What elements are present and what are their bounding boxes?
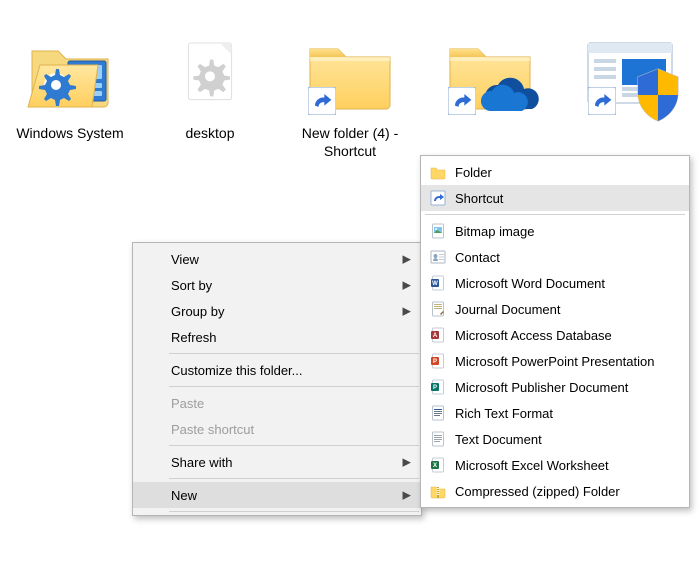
desktop-item-label: desktop: [185, 125, 234, 143]
submenu-arrow-icon: ▶: [403, 305, 411, 318]
ctx-separator: [425, 214, 685, 215]
ctx-view[interactable]: View ▶: [133, 246, 421, 272]
new-item-label: Bitmap image: [455, 224, 534, 239]
journal-icon: [429, 300, 447, 318]
new-rich-text-format[interactable]: Rich Text Format: [421, 400, 689, 426]
new-item-label: Folder: [455, 165, 492, 180]
desktop-item-label: Windows System: [16, 125, 123, 143]
desktop-item-onedrive[interactable]: [420, 25, 560, 160]
ctx-item-label: Customize this folder...: [171, 363, 303, 378]
new-item-label: Microsoft PowerPoint Presentation: [455, 354, 654, 369]
ctx-new[interactable]: New ▶: [133, 482, 421, 508]
new-item-label: Journal Document: [455, 302, 561, 317]
ctx-paste-shortcut: Paste shortcut: [133, 416, 421, 442]
desktop-item-optional-features[interactable]: [560, 25, 700, 160]
ctx-item-label: Refresh: [171, 330, 217, 345]
text-icon: [429, 430, 447, 448]
svg-text:P: P: [433, 359, 437, 365]
new-item-label: Compressed (zipped) Folder: [455, 484, 620, 499]
ctx-item-label: New: [171, 488, 197, 503]
ctx-refresh[interactable]: Refresh: [133, 324, 421, 350]
ini-file-icon: [162, 25, 258, 121]
new-item-label: Text Document: [455, 432, 542, 447]
desktop-item-desktop-ini[interactable]: desktop: [140, 25, 280, 160]
new-submenu: Folder Shortcut Bitmap image Contact W M…: [420, 155, 690, 508]
ctx-separator: [169, 478, 419, 479]
folder-icon: [429, 163, 447, 181]
new-item-label: Rich Text Format: [455, 406, 553, 421]
ctx-item-label: Share with: [171, 455, 232, 470]
ctx-share-with[interactable]: Share with ▶: [133, 449, 421, 475]
publisher-icon: P: [429, 378, 447, 396]
ctx-sort-by[interactable]: Sort by ▶: [133, 272, 421, 298]
ctx-separator: [169, 353, 419, 354]
new-shortcut[interactable]: Shortcut: [421, 185, 689, 211]
new-bitmap-image[interactable]: Bitmap image: [421, 218, 689, 244]
optional-features-icon: [582, 25, 678, 121]
ctx-customize-folder[interactable]: Customize this folder...: [133, 357, 421, 383]
rtf-icon: [429, 404, 447, 422]
new-text-document[interactable]: Text Document: [421, 426, 689, 452]
svg-text:W: W: [432, 281, 438, 287]
new-word-document[interactable]: W Microsoft Word Document: [421, 270, 689, 296]
desktop-item-new-folder-shortcut[interactable]: New folder (4) - Shortcut: [280, 25, 420, 160]
new-journal-document[interactable]: Journal Document: [421, 296, 689, 322]
submenu-arrow-icon: ▶: [403, 279, 411, 292]
new-access-database[interactable]: A Microsoft Access Database: [421, 322, 689, 348]
new-item-label: Microsoft Excel Worksheet: [455, 458, 609, 473]
submenu-arrow-icon: ▶: [403, 456, 411, 469]
ctx-item-label: Group by: [171, 304, 224, 319]
ctx-separator: [169, 445, 419, 446]
new-item-label: Shortcut: [455, 191, 503, 206]
desktop-area: Windows System desktop New folder (4) - …: [0, 25, 700, 160]
ctx-separator: [169, 386, 419, 387]
ctx-item-label: Sort by: [171, 278, 212, 293]
ctx-item-label: Paste shortcut: [171, 422, 254, 437]
new-publisher-document[interactable]: P Microsoft Publisher Document: [421, 374, 689, 400]
new-item-label: Microsoft Access Database: [455, 328, 612, 343]
svg-text:X: X: [433, 463, 437, 469]
new-powerpoint-presentation[interactable]: P Microsoft PowerPoint Presentation: [421, 348, 689, 374]
new-item-label: Contact: [455, 250, 500, 265]
ctx-item-label: Paste: [171, 396, 204, 411]
ctx-separator: [169, 511, 419, 512]
shortcut-icon: [429, 189, 447, 207]
zip-icon: [429, 482, 447, 500]
new-excel-worksheet[interactable]: X Microsoft Excel Worksheet: [421, 452, 689, 478]
ctx-group-by[interactable]: Group by ▶: [133, 298, 421, 324]
new-compressed-folder[interactable]: Compressed (zipped) Folder: [421, 478, 689, 504]
new-item-label: Microsoft Word Document: [455, 276, 605, 291]
windows-system-folder-icon: [22, 25, 118, 121]
ctx-paste: Paste: [133, 390, 421, 416]
submenu-arrow-icon: ▶: [403, 489, 411, 502]
new-item-label: Microsoft Publisher Document: [455, 380, 628, 395]
new-folder[interactable]: Folder: [421, 159, 689, 185]
svg-text:P: P: [433, 385, 437, 391]
context-menu: View ▶ Sort by ▶ Group by ▶ Refresh Cust…: [132, 242, 422, 516]
access-icon: A: [429, 326, 447, 344]
desktop-item-windows-system[interactable]: Windows System: [0, 25, 140, 160]
word-icon: W: [429, 274, 447, 292]
excel-icon: X: [429, 456, 447, 474]
svg-text:A: A: [433, 333, 438, 339]
submenu-arrow-icon: ▶: [403, 253, 411, 266]
folder-shortcut-icon: [302, 25, 398, 121]
onedrive-folder-icon: [442, 25, 538, 121]
desktop-item-label: New folder (4) - Shortcut: [302, 125, 398, 160]
contact-icon: [429, 248, 447, 266]
ctx-item-label: View: [171, 252, 199, 267]
powerpoint-icon: P: [429, 352, 447, 370]
bitmap-icon: [429, 222, 447, 240]
new-contact[interactable]: Contact: [421, 244, 689, 270]
